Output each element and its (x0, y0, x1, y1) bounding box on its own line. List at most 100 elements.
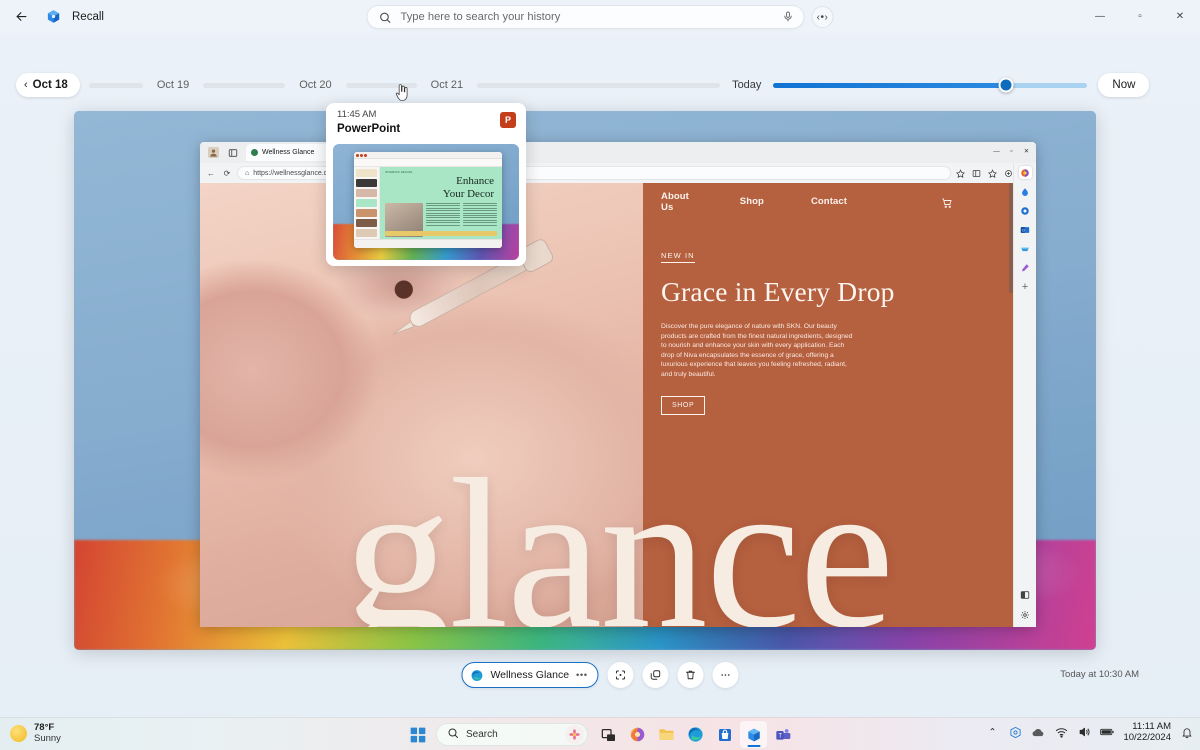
taskbar-clock[interactable]: 11:11 AM 10/22/2024 (1123, 721, 1171, 743)
copilot-icon[interactable] (1018, 166, 1032, 179)
sun-icon (10, 724, 27, 742)
page-scrollbar[interactable] (1009, 183, 1013, 293)
timeline-slider[interactable] (773, 77, 1088, 93)
favorite-icon[interactable] (955, 168, 965, 178)
minimize-button[interactable]: — (1080, 0, 1120, 33)
browser-essentials-icon[interactable] (1019, 204, 1032, 217)
search-icon (447, 727, 459, 742)
tooltip-thumbnail: INTERIOR DESIGN Enhance Your Decor (333, 144, 519, 260)
taskbar-weather-widget[interactable]: 78°F Sunny (10, 722, 61, 744)
hero-headline: Grace in Every Drop (661, 276, 895, 307)
edge-icon[interactable] (682, 721, 709, 748)
weather-description: Sunny (34, 733, 61, 744)
outlook-icon[interactable]: O (1019, 223, 1032, 236)
snapshot-app-chip[interactable]: Wellness Glance ••• (461, 662, 599, 688)
powerpoint-window-thumbnail: INTERIOR DESIGN Enhance Your Decor (354, 152, 502, 248)
task-view-icon[interactable] (595, 721, 622, 748)
windows-start-icon[interactable] (404, 721, 431, 748)
microphone-icon[interactable] (783, 10, 796, 25)
contrast-icon[interactable] (1019, 588, 1032, 601)
edge-drop-icon[interactable] (1019, 185, 1032, 198)
microsoft-store-icon[interactable] (711, 721, 738, 748)
tools-icon[interactable] (1019, 261, 1032, 274)
nav-shop[interactable]: Shop (740, 196, 764, 207)
copy-button[interactable] (642, 662, 669, 688)
recall-icon[interactable] (740, 721, 767, 748)
history-search-box[interactable] (366, 5, 805, 29)
nav-about-us[interactable]: About Us (661, 191, 693, 213)
close-button[interactable]: ✕ (1019, 144, 1034, 158)
volume-icon[interactable] (1077, 725, 1091, 739)
maximize-button[interactable]: ▫ (1004, 144, 1019, 158)
timeline-today-label: Today (732, 79, 762, 91)
timeline-segment[interactable] (203, 82, 286, 88)
ppt-active-slide: INTERIOR DESIGN Enhance Your Decor (380, 167, 502, 239)
recall-tray-icon[interactable] (1008, 725, 1022, 739)
ppt-slide-rail (354, 167, 380, 239)
reload-icon[interactable]: ⟳ (221, 167, 233, 179)
split-screen-icon[interactable] (987, 168, 997, 178)
timeline-current-day[interactable]: ‹ Oct 18 (16, 73, 80, 97)
profile-icon[interactable] (207, 146, 220, 159)
onedrive-icon[interactable] (1031, 725, 1045, 739)
timeline-day-label-oct20[interactable]: Oct 20 (299, 79, 331, 91)
ppt-status-bar (354, 239, 502, 248)
timeline-slider-knob[interactable] (998, 77, 1014, 93)
search-more-options-button[interactable]: ‹•› (811, 6, 834, 28)
copilot-icon[interactable] (624, 721, 651, 748)
more-options-button[interactable] (712, 662, 739, 688)
back-arrow-icon[interactable] (6, 4, 36, 30)
site-favicon (251, 149, 258, 156)
app-title: Recall (72, 10, 104, 23)
snapshot-timestamp: Today at 10:30 AM (1060, 669, 1139, 680)
browser-sidebar-bottom (1019, 588, 1032, 627)
shopping-cart-icon[interactable] (941, 196, 953, 208)
chevron-left-icon: ‹ (24, 79, 28, 91)
bell-icon[interactable] (1180, 725, 1194, 739)
browser-essentials-icon[interactable] (1003, 168, 1013, 178)
minimize-button[interactable]: — (989, 144, 1004, 158)
wifi-icon[interactable] (1054, 725, 1068, 739)
timeline-day-label-oct21[interactable]: Oct 21 (431, 79, 463, 91)
collections-icon[interactable] (971, 168, 981, 178)
add-icon[interactable]: + (1019, 280, 1032, 293)
taskbar-search-box[interactable]: Search (436, 723, 588, 746)
ppt-ribbon (354, 159, 502, 167)
browser-sidebar: O + (1013, 163, 1036, 627)
timeline-segment[interactable] (345, 82, 417, 88)
tab-list-icon[interactable] (226, 146, 239, 159)
tooltip-time: 11:45 AM (337, 109, 377, 120)
teams-icon[interactable]: T (769, 721, 796, 748)
powerpoint-icon: P (500, 112, 516, 128)
delete-button[interactable] (677, 662, 704, 688)
maximize-button[interactable]: ▫ (1120, 0, 1160, 33)
screen-select-button[interactable] (607, 662, 634, 688)
back-arrow-icon[interactable]: ← (205, 167, 217, 179)
timeline-current-day-label: Oct 18 (32, 79, 68, 91)
taskbar-search-placeholder: Search (466, 729, 498, 740)
timeline-segment[interactable] (477, 82, 721, 88)
snapshot-app-more-icon[interactable]: ••• (576, 670, 587, 681)
chevron-up-icon[interactable]: ⌃ (985, 725, 999, 739)
close-button[interactable]: ✕ (1160, 0, 1200, 33)
nav-contact[interactable]: Contact (811, 196, 847, 207)
window-controls: — ▫ ✕ (1080, 0, 1200, 33)
battery-icon[interactable] (1100, 725, 1115, 739)
clock-date: 10/22/2024 (1123, 732, 1171, 743)
settings-gear-icon[interactable] (1019, 608, 1032, 621)
shop-cta-button[interactable]: SHOP (661, 395, 706, 415)
recall-app-icon (44, 8, 62, 26)
tooltip-header: 11:45 AM PowerPoint P (326, 103, 526, 144)
file-explorer-icon[interactable] (653, 721, 680, 748)
search-input[interactable] (400, 11, 783, 23)
timeline-segment[interactable] (88, 82, 143, 88)
snapshot-preview-tooltip[interactable]: 11:45 AM PowerPoint P INTERIOR DESIGN En… (326, 103, 526, 266)
search-area: ‹•› (366, 5, 834, 29)
tooltip-app-name: PowerPoint (337, 123, 401, 135)
now-button[interactable]: Now (1098, 73, 1150, 97)
recall-app-window: Recall ‹•› — ▫ ✕ ‹ Oct 18 Oct 19 (0, 0, 1200, 750)
games-icon[interactable] (1019, 242, 1032, 255)
ppt-body: INTERIOR DESIGN Enhance Your Decor (354, 167, 502, 239)
timeline-day-label-oct19[interactable]: Oct 19 (157, 79, 189, 91)
recall-snapshot[interactable]: Wellness Glance ✕ — ▫ ✕ ← ⟳ ⌂ https://we… (74, 111, 1096, 650)
